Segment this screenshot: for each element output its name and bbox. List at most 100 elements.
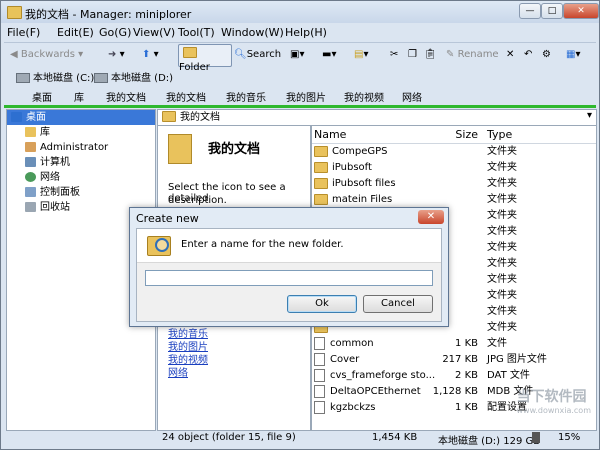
properties-button[interactable]: ⚙ [542,45,551,65]
tree-item-administrator[interactable]: Administrator [25,140,108,155]
row-name: iPubsoft files [314,176,396,192]
row-name: iPubsoft [314,160,372,176]
table-row[interactable]: Cover 217 KB JPG 图片文件 [312,352,596,368]
folder-name-input[interactable] [145,270,433,286]
scissors-icon: ✂ [390,49,399,60]
rename-button[interactable]: ✎ Rename [446,45,499,65]
forward-button[interactable]: ➜ ▾ [108,45,125,65]
bookmark-my-videos[interactable]: 我的视频 [344,89,384,104]
folder-icon [314,161,328,173]
close-button[interactable]: ✕ [563,3,599,19]
row-type: 文件 [487,338,507,349]
ok-button[interactable]: Ok [287,295,357,313]
folder-icon [162,110,176,122]
link-network[interactable]: 网络 [168,364,188,379]
tree-item-network[interactable]: 网络 [25,170,60,185]
row-type: 文件夹 [487,258,517,269]
rename-icon: ✎ [446,49,455,60]
disk-icon [16,73,30,83]
menu-edit[interactable]: Edit(E) [57,26,94,39]
row-type: 文件夹 [487,242,517,253]
dialog-body: Enter a name for the new folder. Ok Canc… [136,228,442,322]
menu-view[interactable]: View(V) [133,26,175,39]
up-button[interactable]: ⬆ ▾ [142,45,159,65]
chevron-down-icon[interactable]: ▾ [587,110,592,121]
maximize-button[interactable]: □ [541,3,563,19]
bookmark-network[interactable]: 网络 [402,89,422,104]
control-panel-icon [25,187,36,197]
view-icon: ▣ [290,49,300,60]
status-free-space: 本地磁盘 (D:) 129 GB [438,436,541,447]
folder-button[interactable]: Folder [178,44,232,73]
tree-item-computer[interactable]: 计算机 [25,155,70,170]
computer-icon [25,157,36,167]
tree-item-recycle-bin[interactable]: 回收站 [25,200,70,215]
tree-item-library[interactable]: 库 [25,125,50,140]
table-row[interactable]: CompeGPS 文件夹 [312,144,596,160]
file-icon [314,352,325,366]
favorites-icon: ▤ [354,49,364,60]
create-new-dialog: Create new ✕ Enter a name for the new fo… [129,207,449,327]
status-object-count: 24 object (folder 15, file 9) [162,432,296,443]
menu-window[interactable]: Window(W) [221,26,284,39]
paste-button[interactable]: 📋︎ [424,45,437,65]
status-size: 1,454 KB [372,432,418,443]
address-bar[interactable]: 我的文档 ▾ [157,109,597,126]
bookmark-my-documents-2[interactable]: 我的文档 [166,89,206,104]
header-type[interactable]: Type [487,126,512,143]
folder-icon [314,145,328,157]
copy-icon: ❐ [408,49,417,60]
bookmark-my-music[interactable]: 我的音乐 [226,89,266,104]
copy-button[interactable]: ❐ [408,45,417,65]
row-name: matein Files [314,192,392,208]
bookmark-my-pictures[interactable]: 我的图片 [286,89,326,104]
row-name: common [314,336,374,352]
drive-d-button[interactable]: 本地磁盘 (D:) [94,69,173,84]
bookmark-library[interactable]: 库 [74,89,84,104]
status-percent: 15% [558,432,581,443]
file-icon [314,368,325,382]
back-button[interactable]: ◀ Backwards ▾ [10,45,83,65]
drive-c-button[interactable]: 本地磁盘 (C:) [16,69,94,84]
cut-button[interactable]: ✂ [390,45,398,65]
menu-help[interactable]: Help(H) [285,26,327,39]
disk-usage-bar [532,432,540,443]
bookmark-desktop[interactable]: 桌面 [32,89,52,104]
minimize-button[interactable]: — [519,3,541,19]
file-icon [314,400,325,414]
row-type: 文件夹 [487,210,517,221]
drive-dropdown[interactable]: ▬▾ [322,45,336,65]
menu-file[interactable]: File(F) [7,26,40,39]
tree-item-control-panel[interactable]: 控制面板 [25,185,80,200]
view-dropdown[interactable]: ▣▾ [290,45,304,65]
info-title: 我的文档 [208,142,261,157]
undo-button[interactable]: ↶ [524,45,532,65]
dialog-message-area: Enter a name for the new folder. [137,229,441,263]
header-size[interactable]: Size [430,126,478,143]
header-name[interactable]: Name [314,126,346,143]
menu-tool[interactable]: Tool(T) [178,26,215,39]
dialog-message: Enter a name for the new folder. [181,239,344,250]
folder-icon [183,46,197,58]
layout-dropdown[interactable]: ▦▾ [566,45,580,65]
cancel-button[interactable]: Cancel [363,295,433,313]
table-row[interactable]: iPubsoft 文件夹 [312,160,596,176]
dialog-close-button[interactable]: ✕ [418,210,444,224]
table-row[interactable]: common 1 KB 文件 [312,336,596,352]
bookmark-my-documents[interactable]: 我的文档 [106,89,146,104]
bookmark-bar: 桌面 库 我的文档 我的文档 我的音乐 我的图片 我的视频 网络 [4,85,596,105]
table-row[interactable]: cvs_frameforge sto... 2 KB DAT 文件 [312,368,596,384]
documents-folder-icon [168,134,192,164]
menu-go[interactable]: Go(G) [99,26,131,39]
title-bar: 我的文档 - Manager: miniplorer — □ ✕ [1,1,599,23]
table-row[interactable]: matein Files 文件夹 [312,192,596,208]
delete-x-icon: ✕ [506,49,515,60]
watermark-logo: 当下软件园 www.downxia.com [516,389,591,415]
delete-button[interactable]: ✕ [506,45,514,65]
table-row[interactable]: iPubsoft files 文件夹 [312,176,596,192]
tree-item-desktop[interactable]: 桌面 [7,110,155,125]
favorites-dropdown[interactable]: ▤▾ [354,45,368,65]
network-icon [25,172,36,182]
search-button[interactable]: 🔍︎Search [234,45,281,65]
folder-icon [314,177,328,189]
